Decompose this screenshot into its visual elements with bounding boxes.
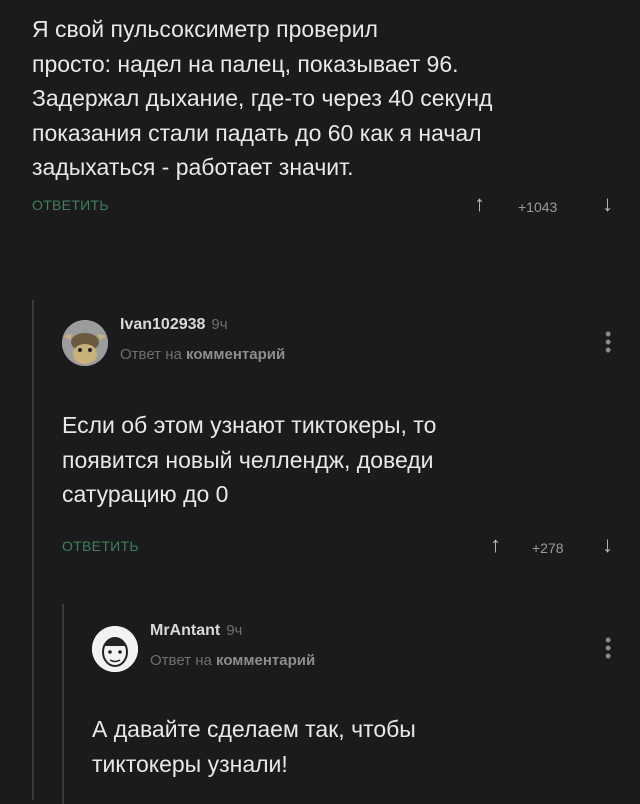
author-row: Ivan102938 9ч Ответ на комментарий • • • bbox=[62, 306, 622, 370]
thread-line bbox=[32, 300, 34, 800]
comment-time: 9ч bbox=[226, 622, 243, 639]
reply-to-link[interactable]: комментарий bbox=[186, 346, 285, 363]
comment-time: 9ч bbox=[211, 316, 228, 333]
top-comment: Я свой пульсоксиметр проверил просто: на… bbox=[32, 12, 622, 227]
author-username[interactable]: Ivan102938 bbox=[120, 316, 205, 333]
avatar[interactable] bbox=[92, 626, 138, 672]
comment-text: Если об этом узнают тиктокеры, то появит… bbox=[62, 412, 437, 507]
reply-to-prefix: Ответ на bbox=[120, 346, 182, 363]
author-row: MrAntant 9ч Ответ на комментарий • • • bbox=[92, 612, 622, 676]
avatar[interactable] bbox=[62, 320, 108, 366]
downvote-icon[interactable]: ↓ bbox=[602, 192, 613, 215]
reply-to-label: Ответ на комментарий bbox=[120, 346, 285, 363]
reply-comment: Ivan102938 9ч Ответ на комментарий • • • Ес… bbox=[62, 306, 622, 568]
reply-to-prefix: Ответ на bbox=[150, 652, 212, 669]
reply-to-label: Ответ на комментарий bbox=[150, 652, 315, 669]
comment-text: Я свой пульсоксиметр проверил просто: на… bbox=[32, 16, 493, 180]
more-menu-icon[interactable]: • • • bbox=[605, 325, 611, 359]
author-username[interactable]: MrAntant bbox=[150, 622, 220, 639]
downvote-icon[interactable]: ↓ bbox=[602, 533, 613, 556]
comment-actions: ОТВЕТИТЬ ↑ +1043 ↓ bbox=[32, 192, 622, 227]
nested-reply-comment: MrAntant 9ч Ответ на комментарий • • • А да… bbox=[92, 612, 622, 781]
author-name[interactable]: MrAntant 9ч bbox=[150, 622, 242, 640]
author-name[interactable]: Ivan102938 9ч bbox=[120, 316, 228, 334]
reply-button[interactable]: ОТВЕТИТЬ bbox=[62, 538, 139, 554]
comment-score: +278 bbox=[532, 539, 564, 556]
comment-actions: ОТВЕТИТЬ ↑ +278 ↓ bbox=[62, 533, 622, 568]
reply-button[interactable]: ОТВЕТИТЬ bbox=[32, 197, 109, 213]
upvote-icon[interactable]: ↑ bbox=[490, 533, 501, 556]
more-menu-icon[interactable]: • • • bbox=[605, 631, 611, 665]
reply-to-link[interactable]: комментарий bbox=[216, 652, 315, 669]
thread-line-nested bbox=[62, 604, 64, 804]
comment-score: +1043 bbox=[518, 198, 558, 215]
comment-text: А давайте сделаем так, чтобы тиктокеры у… bbox=[92, 716, 416, 777]
upvote-icon[interactable]: ↑ bbox=[474, 192, 485, 215]
